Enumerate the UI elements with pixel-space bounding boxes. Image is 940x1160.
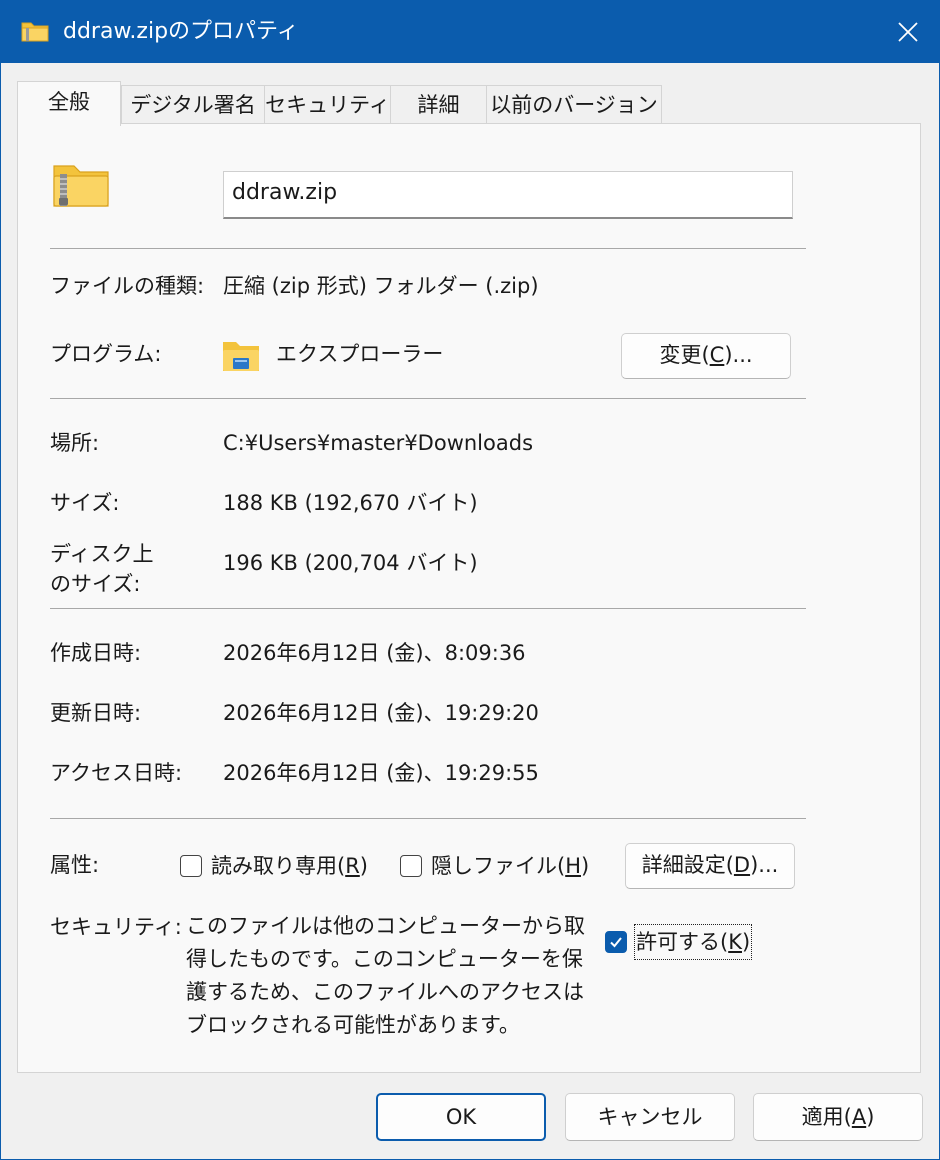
apply-button[interactable]: 適用(A) <box>753 1093 923 1141</box>
ok-button[interactable]: OK <box>376 1093 546 1141</box>
button-label: )... <box>724 343 753 367</box>
file-type-label: ファイルの種類: <box>50 274 205 298</box>
access-key: R <box>345 854 360 878</box>
close-icon <box>898 22 918 42</box>
general-panel: ddraw.zip ファイルの種類: 圧縮 (zip 形式) フォルダー (.z… <box>17 123 921 1073</box>
zip-folder-icon <box>53 165 109 207</box>
button-label: ) <box>866 1105 875 1129</box>
tab-previous-versions[interactable]: 以前のバージョン <box>486 85 662 123</box>
accessed-value: 2026年6月12日 (金)、19:29:55 <box>223 761 539 785</box>
button-label: 詳細設定( <box>641 853 734 877</box>
close-button[interactable] <box>877 1 939 63</box>
hidden-label[interactable]: 隠しファイル(H) <box>431 852 589 880</box>
separator <box>50 608 806 609</box>
button-label: 変更( <box>659 343 710 367</box>
modified-label: 更新日時: <box>50 701 142 725</box>
size-value: 188 KB (192,670 バイト) <box>223 491 478 515</box>
hidden-checkbox[interactable] <box>400 855 422 877</box>
tab-security[interactable]: セキュリティ <box>264 85 391 123</box>
program-label: プログラム: <box>50 342 162 366</box>
label-text: 読み取り専用( <box>211 854 346 878</box>
security-message: このファイルは他のコンピューターから取得したものです。このコンピューターを保護す… <box>186 914 585 1037</box>
disk-size-label-line1: ディスク上 <box>50 542 154 566</box>
label-text: ) <box>359 854 368 878</box>
created-value: 2026年6月12日 (金)、8:09:36 <box>223 641 526 665</box>
checkmark-icon <box>610 937 622 948</box>
unblock-checkbox[interactable] <box>605 931 627 953</box>
separator <box>50 398 806 399</box>
readonly-label[interactable]: 読み取り専用(R) <box>211 852 368 880</box>
access-key: D <box>733 853 751 877</box>
file-type-value: 圧縮 (zip 形式) フォルダー (.zip) <box>223 274 539 298</box>
access-key: A <box>851 1105 867 1129</box>
file-name-input[interactable]: ddraw.zip <box>223 171 793 219</box>
explorer-folder-icon <box>223 342 259 371</box>
location-value: C:¥Users¥master¥Downloads <box>223 431 534 455</box>
unblock-label[interactable]: 許可する(K) <box>634 924 753 960</box>
disk-size-label-line2: のサイズ: <box>50 572 141 596</box>
accessed-label: アクセス日時: <box>50 761 183 785</box>
button-label: )... <box>750 853 779 877</box>
access-key: K <box>728 930 742 954</box>
disk-size-value: 196 KB (200,704 バイト) <box>223 551 478 575</box>
label-text: ) <box>741 930 751 954</box>
label-text: ) <box>581 854 590 878</box>
label-text: 許可する( <box>636 930 729 954</box>
separator <box>50 818 806 819</box>
tab-digital-signatures[interactable]: デジタル署名 <box>121 85 265 123</box>
cancel-button[interactable]: キャンセル <box>565 1093 735 1141</box>
advanced-button[interactable]: 詳細設定(D)... <box>625 843 795 889</box>
access-key: H <box>565 854 581 878</box>
tab-general[interactable]: 全般 <box>17 81 121 126</box>
readonly-checkbox[interactable] <box>180 855 202 877</box>
tab-details[interactable]: 詳細 <box>390 85 487 123</box>
attributes-label: 属性: <box>50 853 100 877</box>
window-title: ddraw.zipのプロパティ <box>63 19 299 44</box>
modified-value: 2026年6月12日 (金)、19:29:20 <box>223 701 539 725</box>
label-text: 隠しファイル( <box>431 854 566 878</box>
button-label: 適用( <box>801 1105 852 1129</box>
change-program-button[interactable]: 変更(C)... <box>621 333 791 379</box>
security-label: セキュリティ: <box>50 915 182 939</box>
title-bar: ddraw.zipのプロパティ <box>1 1 939 63</box>
size-label: サイズ: <box>50 491 120 515</box>
separator <box>50 248 806 249</box>
location-label: 場所: <box>50 431 100 455</box>
created-label: 作成日時: <box>50 641 142 665</box>
properties-dialog: ddraw.zipのプロパティ 全般 デジタル署名 セキュリティ 詳細 以前のバ… <box>0 0 940 1160</box>
program-value: エクスプローラー <box>276 342 444 366</box>
access-key: C <box>709 343 725 367</box>
zip-folder-icon <box>21 22 49 42</box>
